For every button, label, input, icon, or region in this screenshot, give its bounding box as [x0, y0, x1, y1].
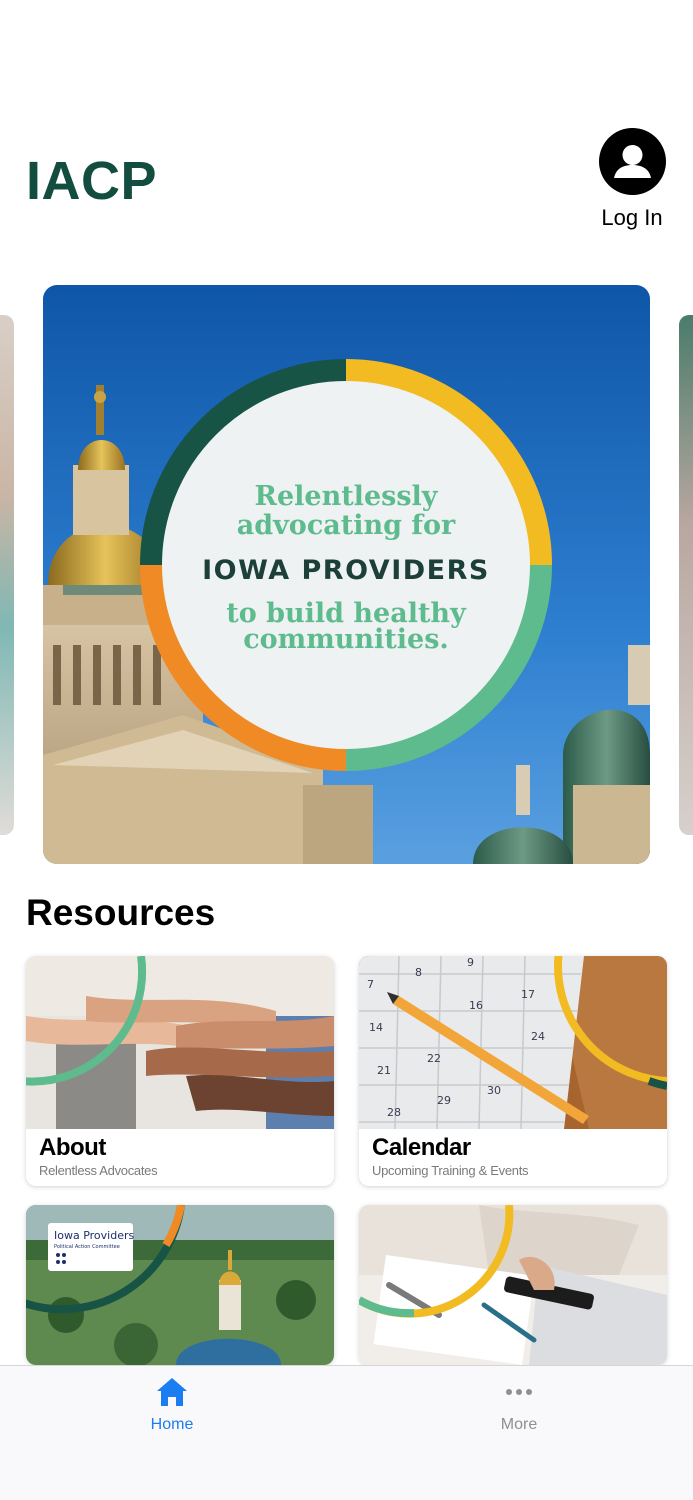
cal-num: 7	[367, 978, 374, 991]
resource-tile-calendar[interactable]: 7 8 9 16 17 14 24 21 22 28 29 30 Calenda…	[359, 956, 667, 1186]
hero-carousel[interactable]: Relentlessly advocating for IOWA PROVIDE…	[0, 285, 693, 865]
tab-bar: Home More	[0, 1365, 693, 1500]
tab-more[interactable]: More	[459, 1374, 579, 1434]
pac-inset-subtitle: Political Action Committee	[54, 1244, 120, 1250]
resource-tile-about[interactable]: About Relentless Advocates	[26, 956, 334, 1186]
tile-about-subtitle: Relentless Advocates	[39, 1163, 158, 1178]
about-image	[26, 956, 334, 1129]
cal-num: 22	[427, 1052, 441, 1065]
tab-more-label: More	[500, 1416, 538, 1433]
cal-num: 30	[487, 1084, 501, 1097]
desk-image	[359, 1205, 667, 1365]
ellipsis-icon	[506, 1389, 532, 1395]
carousel-prev-card[interactable]	[0, 315, 14, 835]
resources-heading: Resources	[26, 892, 216, 933]
house-icon	[157, 1378, 187, 1406]
person-circle-icon	[598, 128, 666, 195]
login-label: Log In	[601, 205, 663, 230]
login-button[interactable]: Log In	[597, 128, 667, 231]
hero-line-5: communities.	[243, 624, 449, 655]
cal-num: 24	[531, 1030, 545, 1043]
cal-num: 16	[469, 999, 483, 1012]
app-title: IACP	[26, 151, 158, 211]
tile-calendar-subtitle: Upcoming Training & Events	[372, 1163, 529, 1178]
cal-num: 8	[415, 966, 422, 979]
resource-tile-4[interactable]	[359, 1205, 667, 1365]
cal-num: 28	[387, 1106, 401, 1119]
pac-image: Iowa Providers Political Action Committe…	[26, 1205, 334, 1365]
calendar-image: 7 8 9 16 17 14 24 21 22 28 29 30	[359, 956, 667, 1129]
cal-num: 9	[467, 956, 474, 969]
hero-banner[interactable]: Relentlessly advocating for IOWA PROVIDE…	[43, 285, 650, 864]
hero-line-2: advocating for	[237, 510, 456, 541]
hero-line-1: Relentlessly	[255, 481, 439, 512]
pac-inset-title: Iowa Providers	[54, 1229, 134, 1242]
cal-num: 29	[437, 1094, 451, 1107]
carousel-next-card[interactable]	[679, 315, 693, 835]
tab-home[interactable]: Home	[112, 1374, 232, 1434]
header: IACP Log In	[0, 0, 693, 270]
cal-num: 14	[369, 1021, 383, 1034]
resource-tile-pac[interactable]: Iowa Providers Political Action Committe…	[26, 1205, 334, 1365]
hero-line-3: IOWA PROVIDERS	[202, 555, 490, 586]
cal-num: 17	[521, 988, 535, 1001]
cal-num: 21	[377, 1064, 391, 1077]
tab-home-label: Home	[150, 1416, 194, 1433]
tile-about-title: About	[39, 1134, 106, 1161]
tile-calendar-title: Calendar	[372, 1134, 471, 1161]
